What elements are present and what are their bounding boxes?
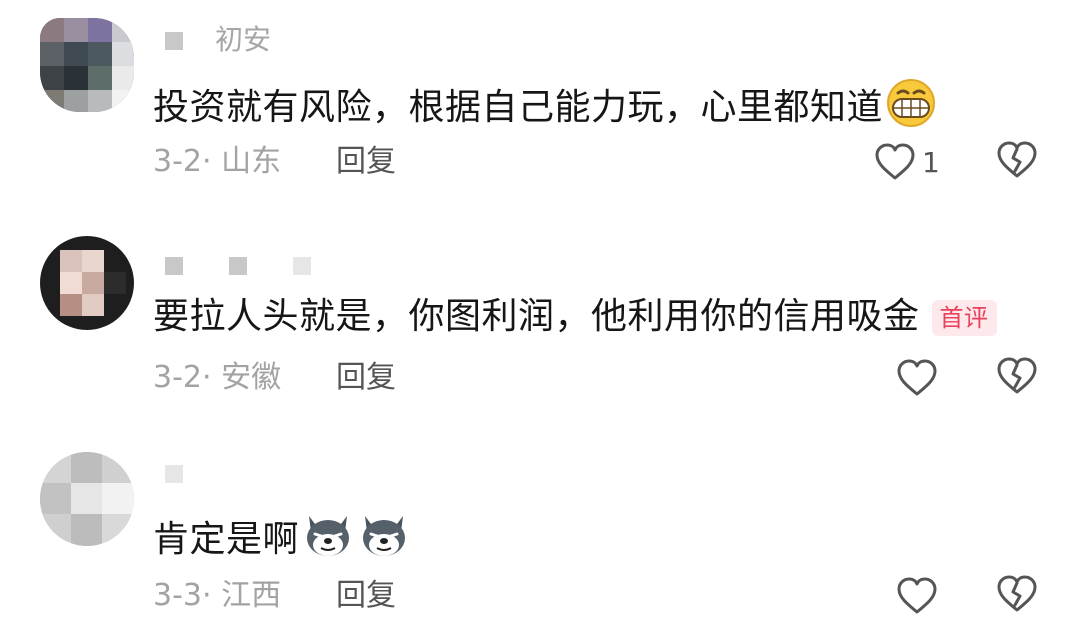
broken-heart-icon (997, 141, 1037, 178)
comment-meta: 3-2· 安徽 (153, 358, 281, 398)
broken-heart-icon (997, 575, 1037, 612)
comment-location: 山东 (221, 144, 282, 179)
heart-icon (897, 577, 937, 614)
like-count: 1 (922, 145, 940, 179)
meta-separator: · (202, 360, 212, 395)
like-button[interactable] (896, 574, 938, 618)
reply-button[interactable]: 回复 (336, 576, 396, 616)
meta-separator: · (202, 578, 212, 613)
comment-date: 3-2 (153, 144, 202, 179)
username[interactable] (165, 250, 357, 280)
username-mosaic (165, 257, 183, 275)
comment-date: 3-3 (153, 578, 202, 613)
first-comment-badge: 首评 (931, 300, 997, 336)
meta-separator: · (202, 144, 212, 179)
grin-emoji (885, 78, 937, 140)
username[interactable] (165, 458, 229, 488)
like-button[interactable]: 1 (874, 140, 940, 184)
username-mosaic (293, 257, 311, 275)
avatar[interactable] (40, 236, 134, 330)
broken-heart-icon (997, 357, 1037, 394)
like-button[interactable] (896, 356, 938, 400)
username-mosaic (165, 32, 183, 50)
comment-meta: 3-3· 江西 (153, 576, 281, 616)
comment-location: 安徽 (221, 360, 282, 395)
dislike-button[interactable] (996, 356, 1038, 400)
reply-button[interactable]: 回复 (336, 142, 396, 182)
heart-icon (875, 143, 915, 180)
avatar[interactable] (40, 452, 134, 546)
comment-text: 投资就有风险，根据自己能力玩，心里都知道 (153, 78, 937, 140)
dislike-button[interactable] (996, 140, 1038, 184)
comment-location: 江西 (221, 578, 282, 613)
comment-date: 3-2 (153, 360, 202, 395)
husky-emoji (357, 510, 411, 572)
heart-icon (897, 359, 937, 396)
comment-text: 肯定是啊 (153, 510, 411, 572)
avatar[interactable] (40, 18, 134, 112)
reply-button[interactable]: 回复 (336, 358, 396, 398)
username-mosaic (229, 257, 247, 275)
dislike-button[interactable] (996, 574, 1038, 618)
username[interactable]: 初安 (165, 25, 271, 55)
comment-text: 要拉人头就是，你图利润，他利用你的信用吸金 首评 (153, 294, 997, 340)
username-mosaic (165, 465, 183, 483)
comment-meta: 3-2· 山东 (153, 142, 281, 182)
husky-emoji (301, 510, 355, 572)
